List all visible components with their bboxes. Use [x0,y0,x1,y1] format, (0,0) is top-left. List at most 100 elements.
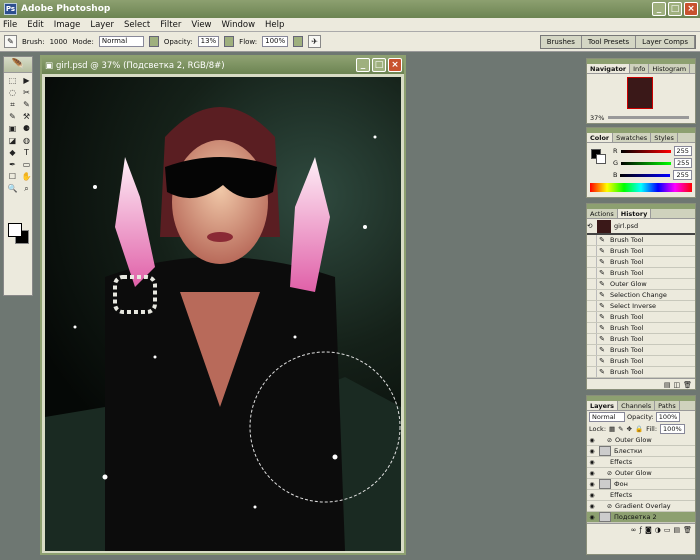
history-source-box[interactable] [587,257,597,267]
channel-slider[interactable] [620,149,671,153]
foreground-color-swatch[interactable] [8,223,22,237]
menu-item-window[interactable]: Window [222,20,256,30]
history-snapshot[interactable]: ⟲ girl.psd [587,219,695,235]
history-source-box[interactable] [587,301,597,311]
history-source-box[interactable] [587,290,597,300]
tool-icon-10[interactable]: ◪ [6,135,19,146]
menu-item-help[interactable]: Help [265,20,284,30]
document-titlebar[interactable]: ▣ girl.psd @ 37% (Подсветка 2, RGB/8#) _… [42,57,404,74]
mode-dropdown-icon[interactable] [148,36,159,47]
layer-row[interactable]: ◉ Effects [587,490,695,501]
layer-row[interactable]: ◉ ⊘ Gradient Overlay [587,501,695,512]
tool-icon-8[interactable]: ▣ [6,123,19,134]
layers-tab-1[interactable]: Channels [618,401,656,410]
new-group-icon[interactable]: ▭ [664,526,671,534]
opacity-field[interactable]: 13% [197,36,220,47]
history-item[interactable]: ✎ Selection Change [587,290,695,301]
history-source-box[interactable] [587,312,597,322]
channel-value-field[interactable]: 255 [673,170,692,180]
tool-icon-13[interactable]: T [20,147,33,158]
history-source-box[interactable] [587,323,597,333]
eye-icon[interactable]: ◉ [587,514,597,521]
navigator-preview[interactable] [587,74,695,112]
history-item[interactable]: ✎ Brush Tool [587,268,695,279]
eye-icon[interactable]: ◉ [587,459,597,466]
layer-row[interactable]: ◉ ⊘ Outer Glow [587,468,695,479]
layers-tab-2[interactable]: Paths [655,401,680,410]
eye-icon[interactable]: ◉ [587,503,597,510]
history-item[interactable]: ✎ Brush Tool [587,334,695,345]
tool-icon-17[interactable]: ✋ [20,171,33,182]
eye-icon[interactable]: ◉ [587,481,597,488]
close-button[interactable]: × [684,2,698,16]
lock-all-icon[interactable]: 🔒 [635,425,643,433]
layer-row[interactable]: ◉ Блестки [587,446,695,457]
history-item[interactable]: ✎ Brush Tool [587,367,695,378]
history-source-box[interactable] [587,345,597,355]
flow-dropdown-icon[interactable] [293,36,304,47]
brush-size[interactable]: 1000 [50,38,68,46]
flow-field[interactable]: 100% [262,36,289,47]
doc-minimize-button[interactable]: _ [356,58,370,72]
palette-well-tab-0[interactable]: Brushes [541,36,582,48]
navigator-view-box[interactable] [627,77,653,109]
history-source-box[interactable] [587,246,597,256]
eye-icon[interactable]: ◉ [587,448,597,455]
lock-transparency-icon[interactable]: ▦ [609,425,615,433]
lock-paint-icon[interactable]: ✎ [618,425,623,433]
layer-mask-icon[interactable]: ◙ [645,526,652,534]
navigator-tab-1[interactable]: Info [630,64,650,73]
tool-icon-11[interactable]: ◍ [20,135,33,146]
tool-icon-15[interactable]: ▭ [20,159,33,170]
tool-icon-16[interactable]: ☐ [6,171,19,182]
menu-item-filter[interactable]: Filter [160,20,181,30]
history-item[interactable]: ✎ Brush Tool [587,345,695,356]
channel-value-field[interactable]: 255 [674,158,693,168]
menu-item-layer[interactable]: Layer [90,20,114,30]
channel-slider[interactable] [620,173,671,177]
history-source-box[interactable] [587,279,597,289]
blend-mode-select[interactable]: Normal [589,412,625,422]
doc-maximize-button[interactable]: □ [372,58,386,72]
new-snapshot-icon[interactable]: ◫ [673,381,680,389]
tool-icon-12[interactable]: ◆ [6,147,19,158]
fill-field[interactable]: 100% [660,424,685,434]
tool-icon-2[interactable]: ◌ [6,87,19,98]
menu-item-select[interactable]: Select [124,20,150,30]
menu-item-file[interactable]: File [3,20,17,30]
history-item[interactable]: ✎ Outer Glow [587,279,695,290]
color-tab-0[interactable]: Color [587,133,614,142]
doc-close-button[interactable]: × [388,58,402,72]
menu-item-view[interactable]: View [191,20,211,30]
history-item[interactable]: ✎ Brush Tool [587,356,695,367]
eye-icon[interactable]: ◉ [587,492,597,499]
eye-icon[interactable]: ◉ [587,470,597,477]
navigator-tab-2[interactable]: Histogram [649,64,691,73]
tool-icon-9[interactable]: ⚈ [20,123,33,134]
navigator-zoom-slider[interactable] [608,116,689,119]
tool-icon-5[interactable]: ✎ [20,99,33,110]
layer-row[interactable]: ◉ ⊘ Outer Glow [587,435,695,446]
brush-preset-icon[interactable]: ✎ [4,35,17,48]
layer-row[interactable]: ◉ Effects [587,457,695,468]
tool-icon-7[interactable]: ⚒ [20,111,33,122]
mode-select[interactable]: Normal [98,36,144,47]
channel-slider[interactable] [621,161,672,165]
image-canvas[interactable] [45,77,401,551]
history-tab-1[interactable]: History [617,209,652,218]
new-document-icon[interactable]: ▤ [664,381,671,389]
link-layers-icon[interactable]: ∞ [631,526,637,534]
color-spectrum-bar[interactable] [590,183,692,192]
tool-icon-6[interactable]: ✎ [6,111,19,122]
layer-style-icon[interactable]: ƒ [639,526,641,534]
new-layer-icon[interactable]: ▤ [673,526,680,534]
menu-item-edit[interactable]: Edit [27,20,43,30]
adjustment-layer-icon[interactable]: ◑ [655,526,661,534]
minimize-button[interactable]: _ [652,2,666,16]
history-source-box[interactable] [587,356,597,366]
history-source-box[interactable] [587,367,597,377]
layer-row[interactable]: ◉ Фон [587,479,695,490]
layers-tab-0[interactable]: Layers [587,401,619,410]
history-source-box[interactable] [587,235,597,245]
history-item[interactable]: ✎ Brush Tool [587,235,695,246]
